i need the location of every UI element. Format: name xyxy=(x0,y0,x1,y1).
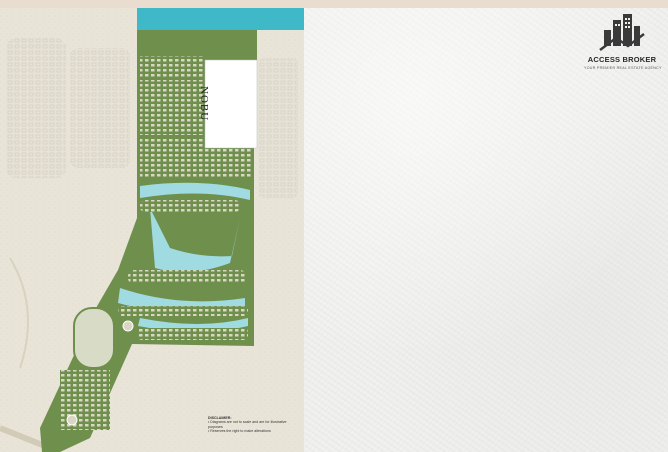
disclaimer-line: • Reserves the right to make alterations xyxy=(208,429,271,434)
building-logo-icon xyxy=(599,14,645,51)
roundabout xyxy=(66,414,78,426)
brand-name: ACCESS BROKER xyxy=(587,55,657,64)
roundabout xyxy=(122,320,134,332)
brand-tagline: YOUR PREMIER REAL ESTATE AGENCY xyxy=(584,66,662,70)
disclaimer: DISCLAIMER: • Diagrams are not to scale … xyxy=(208,416,300,434)
beach-villas xyxy=(140,56,205,78)
disclaimer-line: • Diagrams are not to scale and are for … xyxy=(208,420,287,429)
masterplan-map: NOBU DISCLAIMER: • Diagrams are not to s… xyxy=(0,8,304,452)
nobu-label: NOBU xyxy=(198,86,210,122)
paper-panel: ACCESS BROKER YOUR PREMIER REAL ESTATE A… xyxy=(304,8,668,452)
sea xyxy=(137,8,304,30)
masterplan-drawing xyxy=(0,8,304,452)
brand: ACCESS BROKER YOUR PREMIER REAL ESTATE A… xyxy=(584,12,662,70)
upper-villas xyxy=(140,80,205,135)
top-strip xyxy=(0,0,668,8)
nobu-plot xyxy=(204,59,258,149)
